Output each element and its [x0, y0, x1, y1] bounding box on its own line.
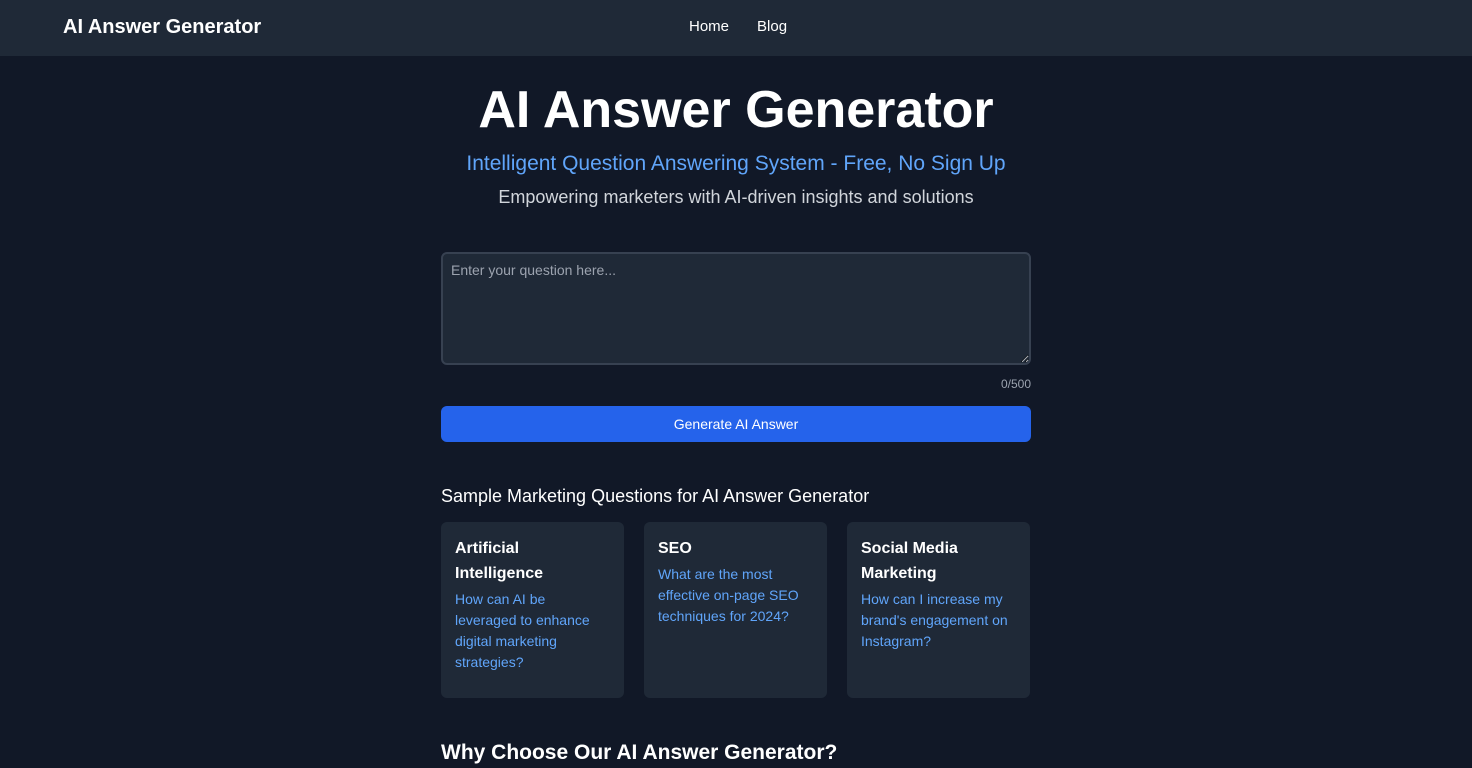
sample-card-artificial-intelligence[interactable]: Artificial Intelligence How can AI be le… [441, 522, 624, 698]
sample-card-title: Social Media Marketing [861, 540, 958, 582]
hero-tagline: Empowering marketers with AI-driven insi… [498, 187, 974, 207]
generate-answer-button[interactable]: Generate AI Answer [441, 406, 1031, 442]
sample-card-title: SEO [658, 540, 692, 557]
why-choose-heading: Why Choose Our AI Answer Generator? [441, 741, 838, 764]
sample-card-social-media-marketing[interactable]: Social Media Marketing How can I increas… [847, 522, 1030, 698]
page-title: AI Answer Generator [478, 81, 994, 139]
nav-link-home[interactable]: Home [689, 18, 729, 36]
nav-link-blog[interactable]: Blog [757, 18, 787, 36]
sample-card-question[interactable]: How can I increase my brand's engagement… [861, 589, 1016, 652]
sample-questions-heading: Sample Marketing Questions for AI Answer… [441, 486, 870, 506]
hero-subtitle: Intelligent Question Answering System - … [466, 152, 1006, 175]
sample-question-cards: Artificial Intelligence How can AI be le… [441, 522, 1031, 698]
nav-links: Home Blog [689, 18, 787, 36]
sample-card-question[interactable]: What are the most effective on-page SEO … [658, 564, 813, 627]
character-counter: 0/500 [1000, 377, 1031, 391]
sample-card-seo[interactable]: SEO What are the most effective on-page … [644, 522, 827, 698]
sample-card-title: Artificial Intelligence [455, 540, 544, 582]
brand-logo-link[interactable]: AI Answer Generator [63, 14, 261, 40]
question-input[interactable] [441, 252, 1031, 365]
top-navbar: AI Answer Generator Home Blog [0, 0, 1472, 56]
sample-card-question[interactable]: How can AI be leveraged to enhance digit… [455, 589, 610, 673]
